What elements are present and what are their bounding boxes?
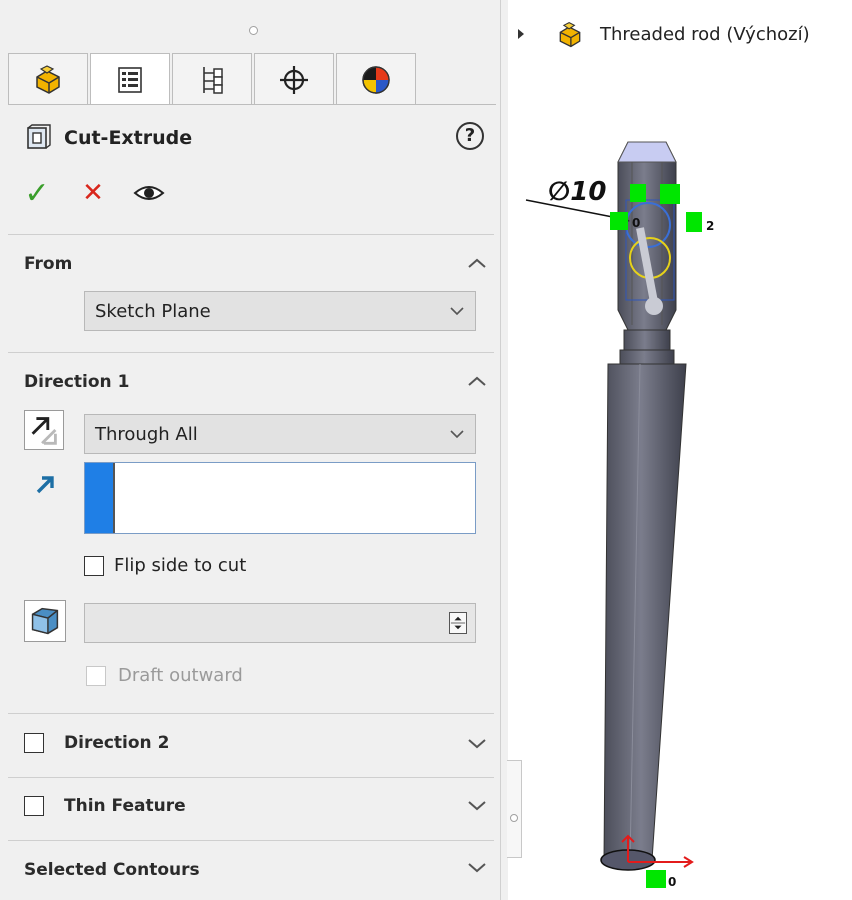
- part-name-label[interactable]: Threaded rod (Výchozí): [600, 24, 810, 45]
- spin-up-down-icon: [450, 616, 466, 630]
- part-icon: [559, 22, 581, 48]
- origin-relation-text: 0: [668, 875, 676, 889]
- divider: [8, 777, 494, 778]
- feature-header: Cut-Extrude ?: [24, 122, 490, 158]
- panel-resize-grip[interactable]: [249, 26, 258, 35]
- ok-button[interactable]: ✓: [20, 175, 54, 211]
- relation-marker-text: 2: [706, 219, 714, 233]
- draft-outward-checkbox[interactable]: [86, 666, 106, 686]
- direction1-section-title: Direction 1: [24, 372, 130, 392]
- draft-toggle-button[interactable]: [24, 600, 66, 642]
- feature-manager-tab[interactable]: [8, 53, 88, 105]
- selected-contours-section-title: Selected Contours: [24, 860, 200, 880]
- chevron-up-icon[interactable]: [466, 374, 488, 388]
- manager-tabs: [8, 53, 496, 105]
- selection-color-bar: [85, 463, 115, 533]
- cancel-button[interactable]: ✕: [76, 176, 110, 210]
- divider: [8, 840, 494, 841]
- divider: [8, 234, 494, 235]
- property-manager-tab[interactable]: [90, 53, 170, 105]
- draft-angle-input[interactable]: [84, 603, 476, 643]
- reverse-direction-button[interactable]: [24, 410, 64, 450]
- end-condition-value: Through All: [95, 424, 198, 445]
- expand-arrow-icon[interactable]: [518, 29, 524, 39]
- crosshair-icon: [280, 65, 308, 94]
- direction-reference-selection-box[interactable]: [84, 462, 476, 534]
- chevron-down-icon: [450, 307, 464, 316]
- direction-arrow-icon: [36, 476, 54, 494]
- chevron-down-icon[interactable]: [466, 860, 488, 874]
- graphics-viewport[interactable]: ∅10 0 2 0: [520, 120, 740, 900]
- chevron-up-icon[interactable]: [466, 256, 488, 270]
- flip-side-to-cut-label: Flip side to cut: [114, 555, 247, 576]
- property-list-icon: [118, 66, 142, 93]
- from-select[interactable]: Sketch Plane: [84, 291, 476, 331]
- thin-feature-checkbox[interactable]: [24, 796, 44, 816]
- configuration-icon: [203, 66, 223, 94]
- cut-extrude-icon: [27, 124, 51, 149]
- action-buttons: ✓ ✕: [20, 175, 166, 211]
- spinner-arrows[interactable]: [449, 612, 467, 634]
- help-icon[interactable]: ?: [456, 122, 484, 150]
- grip-dot: [510, 814, 518, 822]
- end-condition-select[interactable]: Through All: [84, 414, 476, 454]
- configuration-manager-tab[interactable]: [172, 53, 252, 105]
- reverse-direction-icon: [31, 417, 57, 445]
- draft-icon: [31, 607, 59, 635]
- relation-marker-text: 0: [632, 216, 640, 230]
- diameter-dimension[interactable]: ∅10: [548, 177, 606, 207]
- checkmark-icon: ✓: [24, 175, 50, 211]
- part-icon: [36, 64, 60, 94]
- divider: [8, 352, 494, 353]
- from-section-title: From: [24, 254, 73, 274]
- chevron-down-icon[interactable]: [466, 798, 488, 812]
- flip-side-to-cut-checkbox[interactable]: [84, 556, 104, 576]
- from-select-value: Sketch Plane: [95, 301, 211, 322]
- preview-button[interactable]: [132, 176, 166, 210]
- close-icon: ✕: [82, 178, 104, 208]
- direction2-section-title: Direction 2: [64, 733, 170, 753]
- divider: [8, 713, 494, 714]
- draft-outward-label: Draft outward: [118, 665, 243, 686]
- tab-divider: [8, 104, 496, 105]
- display-manager-tab[interactable]: [336, 53, 416, 105]
- direction2-checkbox[interactable]: [24, 733, 44, 753]
- color-ball-icon: [362, 65, 390, 94]
- dimxpert-manager-tab[interactable]: [254, 53, 334, 105]
- thin-feature-section-title: Thin Feature: [64, 796, 186, 816]
- feature-title: Cut-Extrude: [64, 127, 193, 149]
- chevron-down-icon: [450, 430, 464, 439]
- chevron-down-icon[interactable]: [466, 736, 488, 750]
- eye-icon: [133, 186, 165, 200]
